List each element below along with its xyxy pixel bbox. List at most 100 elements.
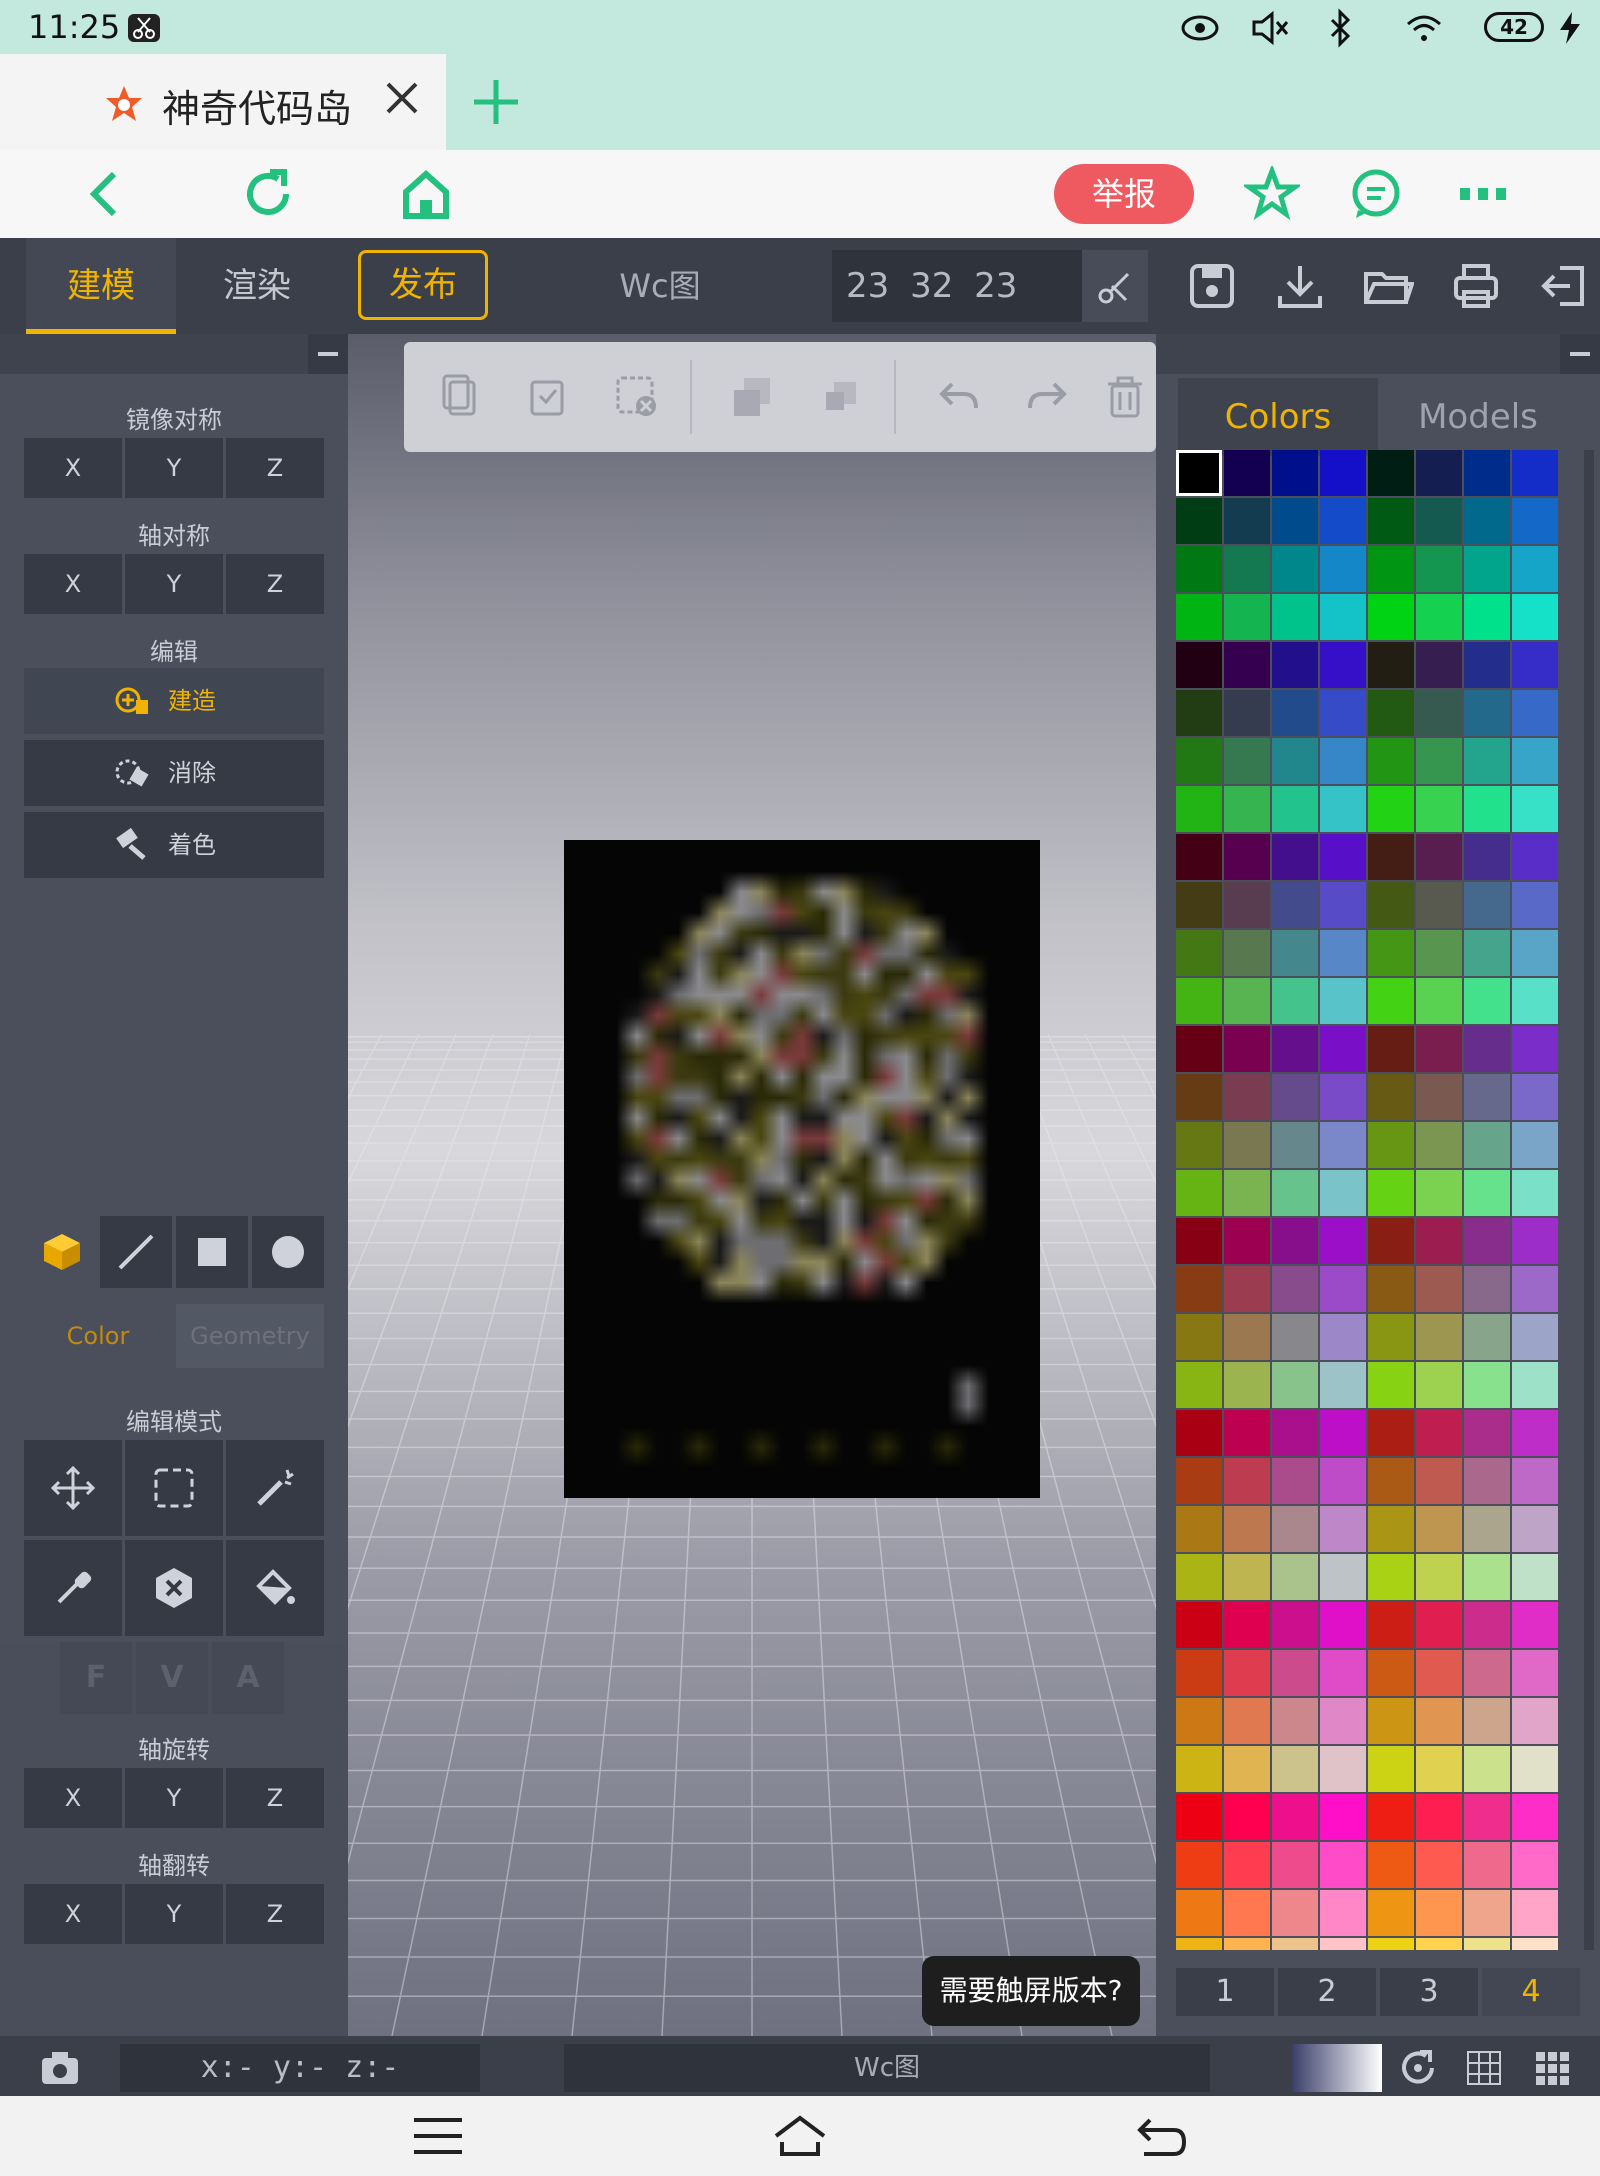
- color-swatch[interactable]: [1272, 1794, 1318, 1840]
- flip-x-button[interactable]: X: [24, 1884, 122, 1944]
- color-swatch[interactable]: [1368, 1122, 1414, 1168]
- color-swatch[interactable]: [1272, 1506, 1318, 1552]
- color-swatch[interactable]: [1368, 594, 1414, 640]
- color-swatch[interactable]: [1224, 1122, 1270, 1168]
- square-shape-button[interactable]: [176, 1216, 248, 1288]
- color-swatch[interactable]: [1176, 1650, 1222, 1696]
- color-swatch[interactable]: [1512, 1314, 1558, 1360]
- color-swatch[interactable]: [1512, 1266, 1558, 1312]
- color-swatch[interactable]: [1368, 1026, 1414, 1072]
- refresh-icon[interactable]: [240, 166, 296, 222]
- color-swatch[interactable]: [1320, 1602, 1366, 1648]
- color-swatch[interactable]: [1224, 1074, 1270, 1120]
- clear-selection-icon[interactable]: [612, 372, 662, 422]
- mirror-y-button[interactable]: Y: [125, 438, 223, 498]
- color-swatch[interactable]: [1512, 738, 1558, 784]
- color-swatch[interactable]: [1464, 1746, 1510, 1792]
- color-swatch[interactable]: [1368, 546, 1414, 592]
- color-swatch[interactable]: [1464, 786, 1510, 832]
- color-swatch[interactable]: [1512, 642, 1558, 688]
- color-swatch[interactable]: [1320, 1938, 1366, 1950]
- color-swatch[interactable]: [1368, 1602, 1414, 1648]
- color-swatch[interactable]: [1368, 1650, 1414, 1696]
- color-swatch[interactable]: [1224, 1650, 1270, 1696]
- color-swatch[interactable]: [1176, 498, 1222, 544]
- color-swatch[interactable]: [1320, 1170, 1366, 1216]
- color-swatch[interactable]: [1368, 450, 1414, 496]
- build-button[interactable]: 建造: [24, 668, 324, 734]
- color-swatch[interactable]: [1224, 1266, 1270, 1312]
- browser-tab[interactable]: 神奇代码岛: [0, 54, 446, 150]
- color-swatch[interactable]: [1320, 546, 1366, 592]
- color-swatch[interactable]: [1224, 450, 1270, 496]
- color-swatch[interactable]: [1176, 786, 1222, 832]
- color-swatch[interactable]: [1464, 738, 1510, 784]
- flip-z-button[interactable]: Z: [226, 1884, 324, 1944]
- color-swatch[interactable]: [1272, 1890, 1318, 1936]
- touch-version-tooltip[interactable]: 需要触屏版本?: [922, 1956, 1140, 2026]
- color-swatch[interactable]: [1176, 1218, 1222, 1264]
- color-swatch[interactable]: [1176, 546, 1222, 592]
- circle-shape-button[interactable]: [252, 1216, 324, 1288]
- palette-page-2[interactable]: 2: [1278, 1968, 1376, 2016]
- color-swatch[interactable]: [1416, 1074, 1462, 1120]
- palette-page-4[interactable]: 4: [1482, 1968, 1580, 2016]
- color-swatch[interactable]: [1368, 1170, 1414, 1216]
- color-swatch[interactable]: [1320, 834, 1366, 880]
- color-swatch[interactable]: [1416, 1218, 1462, 1264]
- move-tool-button[interactable]: [24, 1440, 122, 1536]
- delete-icon[interactable]: [1100, 372, 1150, 422]
- color-swatch[interactable]: [1320, 1266, 1366, 1312]
- color-swatch[interactable]: [1272, 1698, 1318, 1744]
- color-swatch[interactable]: [1368, 1938, 1414, 1950]
- color-swatch[interactable]: [1416, 594, 1462, 640]
- more-icon[interactable]: [1456, 166, 1512, 222]
- color-swatch[interactable]: [1368, 786, 1414, 832]
- color-swatch[interactable]: [1416, 978, 1462, 1024]
- color-swatch[interactable]: [1224, 1410, 1270, 1456]
- color-swatch[interactable]: [1320, 1554, 1366, 1600]
- back-icon[interactable]: [78, 166, 134, 222]
- model-dimensions-input[interactable]: 23 32 23: [832, 250, 1148, 322]
- color-swatch[interactable]: [1176, 1458, 1222, 1504]
- color-swatch[interactable]: [1416, 786, 1462, 832]
- remove-block-button[interactable]: [125, 1540, 223, 1636]
- scissor-tool-icon[interactable]: [1082, 250, 1148, 322]
- report-button[interactable]: 举报: [1054, 164, 1194, 224]
- color-cube-icon[interactable]: [40, 1230, 84, 1274]
- paste-icon[interactable]: [524, 372, 574, 422]
- color-swatch[interactable]: [1320, 1890, 1366, 1936]
- color-swatch[interactable]: [1272, 1650, 1318, 1696]
- camera-icon[interactable]: [40, 2048, 80, 2088]
- color-swatch[interactable]: [1176, 1170, 1222, 1216]
- rotate-x-button[interactable]: X: [24, 1768, 122, 1828]
- color-swatch[interactable]: [1416, 642, 1462, 688]
- color-swatch[interactable]: [1464, 1170, 1510, 1216]
- color-swatch[interactable]: [1320, 1314, 1366, 1360]
- all-mode-button[interactable]: A: [212, 1642, 284, 1714]
- color-swatch[interactable]: [1512, 1650, 1558, 1696]
- color-swatch[interactable]: [1272, 1170, 1318, 1216]
- color-swatch[interactable]: [1320, 1650, 1366, 1696]
- tab-geometry[interactable]: Geometry: [176, 1304, 324, 1368]
- fill-bucket-button[interactable]: [226, 1540, 324, 1636]
- color-swatch[interactable]: [1320, 1698, 1366, 1744]
- ungroup-icon[interactable]: [816, 372, 866, 422]
- home-icon[interactable]: [398, 166, 454, 222]
- color-swatch[interactable]: [1512, 498, 1558, 544]
- color-swatch[interactable]: [1464, 1314, 1510, 1360]
- rotate-view-icon[interactable]: [1398, 2048, 1438, 2088]
- color-swatch[interactable]: [1416, 1170, 1462, 1216]
- color-swatch[interactable]: [1464, 1410, 1510, 1456]
- color-swatch[interactable]: [1464, 1650, 1510, 1696]
- color-swatch[interactable]: [1224, 498, 1270, 544]
- color-swatch[interactable]: [1320, 450, 1366, 496]
- color-swatch[interactable]: [1512, 1554, 1558, 1600]
- color-swatch[interactable]: [1176, 1266, 1222, 1312]
- color-swatch[interactable]: [1272, 1314, 1318, 1360]
- color-swatch[interactable]: [1416, 1122, 1462, 1168]
- color-swatch[interactable]: [1224, 642, 1270, 688]
- color-swatch[interactable]: [1464, 1506, 1510, 1552]
- color-swatch[interactable]: [1272, 1458, 1318, 1504]
- color-swatch[interactable]: [1464, 1266, 1510, 1312]
